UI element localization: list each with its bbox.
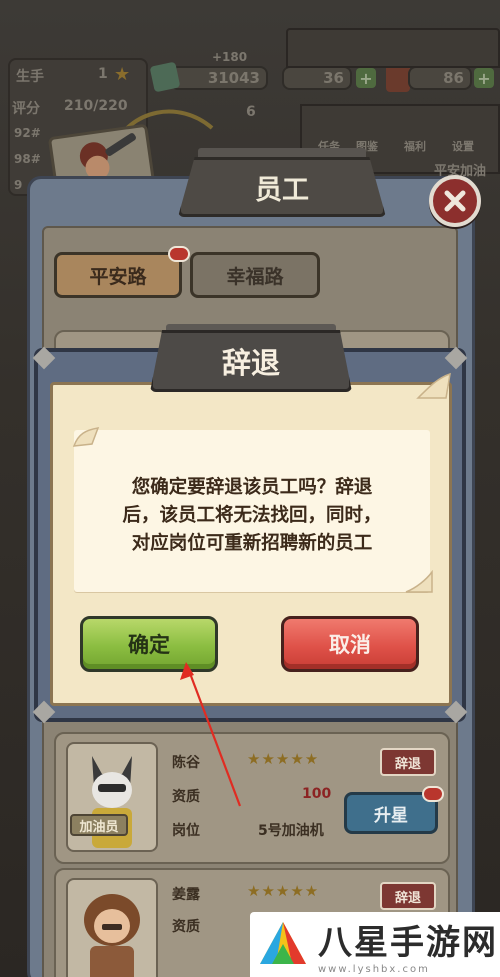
girl-worker-avatar-icon	[84, 894, 140, 977]
dialog-title-text: 辞退	[221, 346, 280, 380]
position-label: 岗位	[172, 823, 200, 839]
employee-star-rating: ★★★★★	[247, 882, 320, 900]
message-line: 后，该员工将无法找回，同时，	[122, 505, 382, 526]
close-icon	[444, 190, 466, 212]
close-button[interactable]	[429, 175, 481, 227]
message-line: 您确定要辞退该员工吗？辞退	[131, 477, 373, 498]
employee-star-rating: ★★★★★	[247, 750, 320, 768]
paper-curl-icon	[416, 372, 451, 399]
quality-label: 资质	[172, 919, 200, 935]
employee-name: 陈谷	[172, 755, 200, 771]
tab-xingfu-road[interactable]: 幸福路	[190, 252, 320, 298]
upgrade-button-label: 升星	[374, 805, 408, 826]
tab-label: 幸福路	[226, 265, 284, 288]
tab-pingan-road[interactable]: 平安路	[54, 252, 182, 298]
dismiss-message: 您确定要辞退该员工吗？辞退 后，该员工将无法找回，同时， 对应岗位可重新招聘新的…	[84, 474, 420, 558]
watermark-logo	[260, 921, 306, 964]
watermark: 八星手游网 www.lyshbx.com	[250, 912, 500, 977]
confirm-button[interactable]: 确定	[80, 616, 218, 672]
fire-button[interactable]: 辞退	[380, 882, 436, 910]
quality-label: 资质	[172, 789, 200, 805]
notification-badge	[168, 246, 190, 262]
paper-curl-icon	[405, 570, 433, 593]
confirm-button-label: 确定	[128, 633, 170, 657]
cancel-button[interactable]: 取消	[281, 616, 419, 672]
employee-name: 姜露	[172, 887, 200, 903]
quality-value: 100	[302, 786, 332, 802]
watermark-text: 八星手游网	[318, 922, 498, 963]
fire-button[interactable]: 辞退	[380, 748, 436, 776]
tab-label: 平安路	[89, 265, 147, 288]
panel-title: 员工	[178, 157, 386, 217]
employee-role: 加油员	[79, 819, 119, 835]
dialog-title: 辞退	[150, 330, 352, 392]
position-value: 5号加油机	[258, 823, 324, 839]
paper-curl-icon	[72, 427, 100, 447]
watermark-url: www.lyshbx.com	[318, 963, 430, 975]
employee-role-tag: 加油员	[70, 814, 128, 836]
panel-title-text: 员工	[255, 174, 309, 206]
fire-button-label: 辞退	[394, 890, 421, 906]
upgrade-notification-badge	[422, 786, 444, 802]
fire-button-label: 辞退	[394, 756, 421, 772]
cancel-button-label: 取消	[329, 633, 371, 657]
message-line: 对应岗位可重新招聘新的员工	[131, 533, 373, 554]
employee-portrait	[66, 878, 158, 977]
